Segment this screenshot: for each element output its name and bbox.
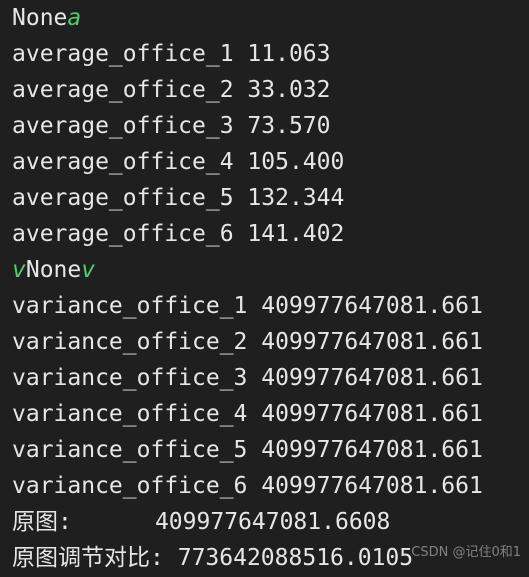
average-line: average_office_5 132.344 — [12, 185, 345, 211]
variance-line: variance_office_5 409977647081.661 — [12, 437, 483, 463]
average-line: average_office_3 73.570 — [12, 113, 331, 139]
average-line: average_office_4 105.400 — [12, 149, 345, 175]
variance-line: variance_office_3 409977647081.661 — [12, 365, 483, 391]
variance-line: variance_office_4 409977647081.661 — [12, 401, 483, 427]
variance-line: variance_office_1 409977647081.661 — [12, 293, 483, 319]
average-line: average_office_1 11.063 — [12, 41, 331, 67]
variance-line: variance_office_2 409977647081.661 — [12, 329, 483, 355]
average-line: average_office_2 33.032 — [12, 77, 331, 103]
average-line: average_office_6 141.402 — [12, 221, 345, 247]
watermark: CSDN @记住0和1 — [411, 545, 521, 560]
variance-line: variance_office_6 409977647081.661 — [12, 473, 483, 499]
none-text: None — [12, 5, 68, 31]
terminal-output: Nonea average_office_1 11.063 average_of… — [12, 0, 529, 576]
green-a-text: a — [67, 5, 82, 31]
output-line-header: Nonea — [12, 0, 529, 36]
output-line-separator: vNonev — [12, 257, 96, 283]
